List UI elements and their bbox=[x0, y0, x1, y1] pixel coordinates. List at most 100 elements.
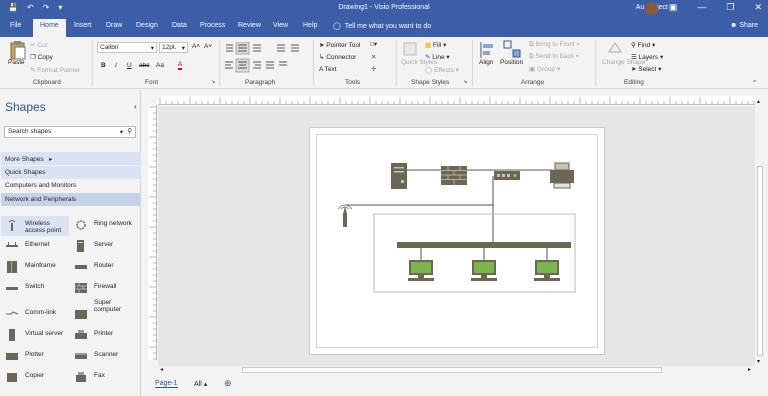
stencil-quick-shapes[interactable]: Quick Shapes bbox=[1, 166, 141, 179]
underline-button[interactable]: U bbox=[127, 62, 132, 69]
share-button[interactable]: ☻ Share bbox=[730, 22, 758, 29]
server-icon[interactable] bbox=[391, 163, 407, 189]
tab-review[interactable]: Review bbox=[238, 22, 261, 29]
vertical-scroll-thumb[interactable] bbox=[757, 166, 763, 356]
collapse-pane-icon[interactable]: ‹ bbox=[134, 102, 137, 111]
bring-to-front-button[interactable]: ⧉ Bring to Front ▾ bbox=[529, 41, 579, 49]
quick-styles-icon[interactable] bbox=[402, 41, 418, 57]
scroll-right-icon[interactable]: ▸ bbox=[748, 366, 751, 373]
stencil-network-and-peripherals[interactable]: Network and Peripherals bbox=[1, 193, 141, 206]
firewall-icon[interactable] bbox=[441, 166, 467, 185]
drawing-page[interactable] bbox=[309, 127, 605, 355]
shape-switch[interactable]: Switch bbox=[1, 279, 69, 299]
shape-router[interactable]: Router bbox=[70, 258, 138, 278]
rectangle-tool-icon[interactable]: □▾ bbox=[370, 40, 377, 48]
group-button[interactable]: ▣ Group ▾ bbox=[529, 65, 560, 73]
italic-button[interactable]: I bbox=[115, 62, 117, 69]
shape-ethernet[interactable]: Ethernet bbox=[1, 237, 69, 257]
avatar[interactable] bbox=[645, 2, 658, 15]
position-icon[interactable] bbox=[503, 40, 521, 59]
monitor-icon[interactable] bbox=[534, 260, 560, 281]
pointer-tool-button[interactable]: ➤ Pointer Tool bbox=[319, 41, 360, 49]
shape-fax[interactable]: Fax bbox=[70, 368, 138, 388]
shape-printer[interactable]: Printer bbox=[70, 326, 138, 346]
connector-button[interactable]: ↳ Connector bbox=[319, 53, 356, 61]
paste-icon[interactable] bbox=[9, 40, 27, 60]
cut-button[interactable]: ✂ Cut bbox=[30, 41, 47, 49]
shape-ring-network[interactable]: Ring network bbox=[70, 216, 138, 236]
bold-button[interactable]: B bbox=[101, 62, 106, 69]
tab-process[interactable]: Process bbox=[200, 22, 225, 29]
ethernet-backbone[interactable] bbox=[397, 242, 571, 248]
position-button[interactable]: Position bbox=[500, 59, 523, 66]
font-dialog-launcher-icon[interactable]: ↘ bbox=[211, 79, 215, 85]
all-pages-button[interactable]: All ▴ bbox=[194, 380, 207, 388]
page-tab-page-1[interactable]: Page-1 bbox=[155, 380, 178, 388]
shape-copier[interactable]: Copier bbox=[1, 368, 69, 388]
shape-comm-link[interactable]: Comm-link bbox=[1, 305, 69, 325]
horizontal-ruler[interactable] bbox=[158, 96, 756, 105]
text-tool-button[interactable]: A Text bbox=[319, 66, 337, 73]
vertical-scrollbar[interactable]: ▴ ▾ bbox=[755, 96, 766, 367]
scroll-up-icon[interactable]: ▴ bbox=[757, 98, 760, 105]
font-size-select[interactable]: 12pt. ▾ bbox=[159, 42, 188, 53]
drawing-canvas[interactable] bbox=[158, 106, 756, 366]
tab-draw[interactable]: Draw bbox=[106, 22, 122, 29]
monitor-icon[interactable] bbox=[408, 260, 434, 281]
change-case-button[interactable]: Aa bbox=[156, 62, 164, 69]
fill-button[interactable]: ▩ Fill ▾ bbox=[425, 41, 446, 49]
vertical-ruler[interactable] bbox=[148, 105, 157, 360]
font-color-button[interactable]: A bbox=[178, 61, 183, 70]
copy-button[interactable]: ❐ Copy bbox=[30, 53, 53, 61]
stencil-computers-and-monitors[interactable]: Computers and Monitors bbox=[1, 179, 141, 192]
scroll-down-icon[interactable]: ▾ bbox=[757, 358, 760, 365]
align-button[interactable]: Align bbox=[479, 59, 493, 66]
find-button[interactable]: ⚲ Find ▾ bbox=[631, 41, 655, 49]
search-icon[interactable]: ⚲ bbox=[127, 127, 132, 135]
horizontal-scrollbar[interactable]: ◂ ▸ bbox=[158, 366, 756, 374]
shape-mainframe[interactable]: Mainframe bbox=[1, 258, 69, 278]
strikethrough-button[interactable]: abc bbox=[139, 62, 149, 69]
shape-wireless-access-point[interactable]: Wireless access point bbox=[1, 216, 69, 236]
shape-server[interactable]: Server bbox=[70, 237, 138, 257]
router-icon[interactable] bbox=[494, 171, 520, 180]
add-page-icon[interactable]: ⊕ bbox=[224, 378, 232, 389]
close-icon[interactable]: ✕ bbox=[371, 53, 376, 61]
shape-scanner[interactable]: Scanner bbox=[70, 347, 138, 367]
select-button[interactable]: ➤ Select ▾ bbox=[631, 65, 661, 73]
send-to-back-button[interactable]: ⧉ Send to Back ▾ bbox=[529, 53, 579, 61]
shape-styles-dialog-launcher-icon[interactable]: ↘ bbox=[463, 79, 467, 85]
printer-icon[interactable] bbox=[550, 162, 574, 189]
font-name-select[interactable]: Calibri ▾ bbox=[97, 42, 157, 53]
paste-button[interactable]: Paste bbox=[8, 59, 25, 66]
shape-super-computer[interactable]: Super computer bbox=[70, 299, 138, 325]
layers-button[interactable]: ☰ Layers ▾ bbox=[631, 53, 663, 61]
scroll-left-icon[interactable]: ◂ bbox=[160, 366, 163, 373]
close-icon[interactable]: ✕ bbox=[754, 2, 762, 13]
shape-virtual-server[interactable]: Virtual server bbox=[1, 326, 69, 346]
tab-view[interactable]: View bbox=[273, 22, 288, 29]
chevron-down-icon[interactable]: ▾ bbox=[120, 128, 123, 136]
wireless-access-point-icon[interactable] bbox=[337, 204, 353, 227]
shape-plotter[interactable]: Plotter bbox=[1, 347, 69, 367]
tab-design[interactable]: Design bbox=[136, 22, 158, 29]
ribbon-display-icon[interactable]: ▣ bbox=[669, 2, 678, 13]
tab-help[interactable]: Help bbox=[303, 22, 317, 29]
tab-data[interactable]: Data bbox=[172, 22, 187, 29]
paragraph-align-buttons[interactable] bbox=[223, 42, 313, 74]
tell-me-box[interactable]: ◯ Tell me what you want to do bbox=[333, 22, 431, 30]
horizontal-scroll-thumb[interactable] bbox=[242, 367, 662, 373]
line-button[interactable]: ✎ Line ▾ bbox=[425, 53, 450, 61]
tab-home[interactable]: Home bbox=[33, 19, 66, 37]
tab-file[interactable]: File bbox=[10, 22, 21, 29]
grow-font-button[interactable]: A˄ bbox=[192, 43, 200, 50]
change-shape-icon[interactable] bbox=[606, 40, 624, 58]
monitor-icon[interactable] bbox=[471, 260, 497, 281]
shape-firewall[interactable]: Firewall bbox=[70, 279, 138, 299]
collapse-ribbon-icon[interactable]: ⌃ bbox=[752, 79, 757, 87]
maximize-icon[interactable]: ❐ bbox=[726, 2, 734, 13]
stencil-more-shapes[interactable]: More Shapes ▸ bbox=[1, 152, 141, 165]
effects-button[interactable]: ◯ Effects ▾ bbox=[425, 66, 459, 74]
connection-point-icon[interactable]: ✛ bbox=[371, 65, 376, 73]
align-icon[interactable] bbox=[479, 41, 495, 59]
